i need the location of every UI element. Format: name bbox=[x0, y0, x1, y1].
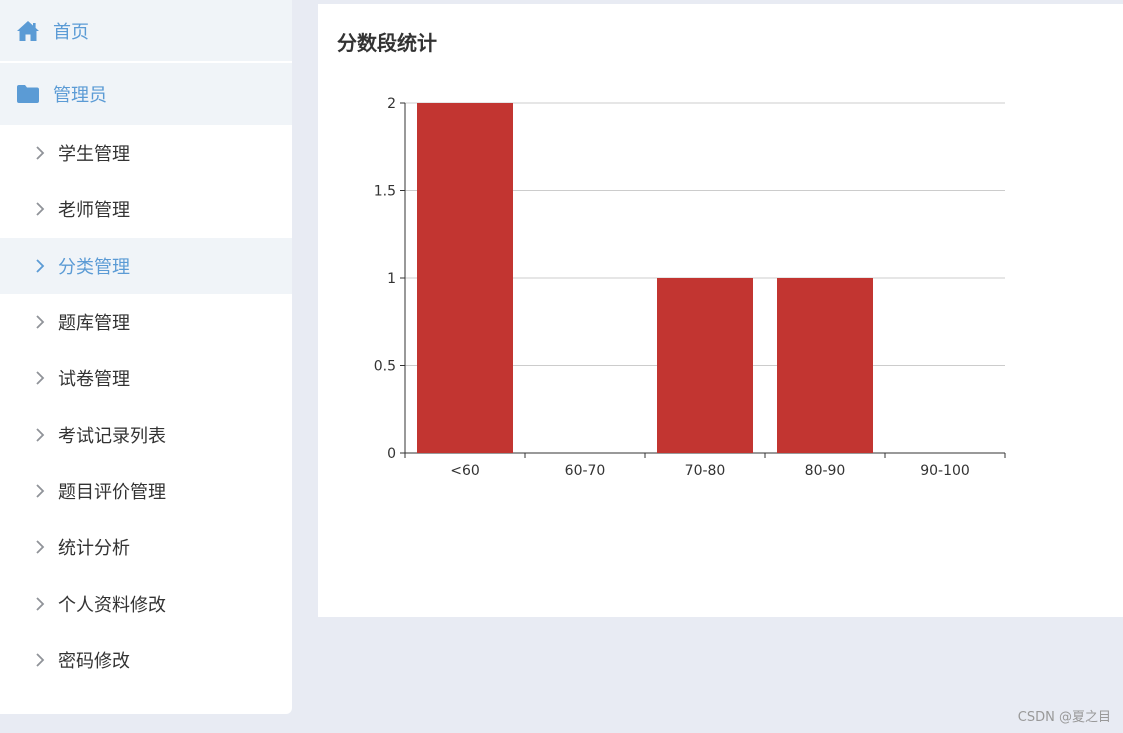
sidebar-item-label: 题目评价管理 bbox=[58, 481, 166, 503]
chevron-right-icon bbox=[34, 427, 46, 443]
x-tick-label: 70-80 bbox=[685, 463, 726, 479]
sidebar-item-label: 试卷管理 bbox=[58, 369, 130, 391]
y-tick-label: 1.5 bbox=[374, 184, 396, 200]
sidebar-item-label: 老师管理 bbox=[58, 200, 130, 222]
chevron-right-icon bbox=[34, 314, 46, 330]
bar bbox=[657, 278, 753, 453]
sidebar-item[interactable]: 统计分析 bbox=[0, 519, 292, 575]
chevron-right-icon bbox=[34, 145, 46, 161]
x-tick-label: <60 bbox=[450, 463, 480, 479]
sidebar-item[interactable]: 考试记录列表 bbox=[0, 406, 292, 462]
chevron-right-icon bbox=[34, 258, 46, 274]
chevron-right-icon bbox=[34, 652, 46, 668]
bar bbox=[417, 103, 513, 453]
sidebar-item[interactable]: 分类管理 bbox=[0, 237, 292, 294]
sidebar-item-label: 个人资料修改 bbox=[58, 594, 166, 616]
score-distribution-chart: 0 0.5 1 1.5 2 <60 60-70 70-80 80-90 90-100 bbox=[374, 96, 1006, 479]
sidebar-item-label: 分类管理 bbox=[58, 256, 130, 278]
sidebar-item[interactable]: 老师管理 bbox=[0, 181, 292, 237]
sidebar-item-label: 考试记录列表 bbox=[58, 425, 166, 447]
admin-submenu: 学生管理老师管理分类管理题库管理试卷管理考试记录列表 题目评价管理 统计分析个人资料… bbox=[0, 125, 292, 688]
y-tick-label: 0.5 bbox=[374, 359, 396, 375]
chevron-right-icon bbox=[34, 201, 46, 217]
sidebar-item[interactable]: 题库管理 bbox=[0, 294, 292, 350]
x-tick-label: 80-90 bbox=[805, 463, 846, 479]
sidebar: 首页 管理员 学生管理老师管理分类管理题库管理试卷管理考试记录列表 题目评价管理统… bbox=[0, 0, 292, 714]
sidebar-item[interactable]: 学生管理 bbox=[0, 125, 292, 181]
nav-admin-label: 管理员 bbox=[53, 85, 107, 106]
sidebar-item[interactable]: 题目评价管理 bbox=[0, 463, 292, 519]
sidebar-item-label: 学生管理 bbox=[58, 144, 130, 166]
nav-home-label: 首页 bbox=[53, 21, 89, 43]
watermark: CSDN @夏之目 bbox=[1017, 710, 1111, 725]
sidebar-item-label: 统计分析 bbox=[58, 538, 130, 560]
sidebar-item[interactable]: 试卷管理 bbox=[0, 350, 292, 406]
sidebar-item[interactable]: 密码修改 bbox=[0, 632, 292, 688]
sidebar-item[interactable]: 个人资料修改 bbox=[0, 575, 292, 631]
y-tick-label: 0 bbox=[387, 446, 396, 462]
y-tick-label: 2 bbox=[387, 96, 396, 112]
sidebar-item-label: 密码修改 bbox=[58, 650, 130, 672]
home-icon bbox=[16, 19, 40, 43]
folder-icon bbox=[16, 82, 40, 106]
x-tick-label: 60-70 bbox=[565, 463, 606, 479]
y-tick-label: 1 bbox=[387, 271, 396, 287]
main-panel: 分数段统计 0 0.5 1 1.5 2 <60 60-70 70-80 80-90 90-100 bbox=[318, 4, 1123, 617]
chevron-right-icon bbox=[34, 539, 46, 555]
bar bbox=[777, 278, 873, 453]
x-tick-label: 90-100 bbox=[920, 463, 970, 479]
sidebar-item-label: 题库管理 bbox=[58, 313, 130, 335]
chevron-right-icon bbox=[34, 370, 46, 386]
chevron-right-icon bbox=[34, 483, 46, 499]
chevron-right-icon bbox=[34, 596, 46, 612]
nav-admin[interactable]: 管理员 bbox=[0, 63, 292, 125]
nav-home[interactable]: 首页 bbox=[0, 0, 292, 63]
